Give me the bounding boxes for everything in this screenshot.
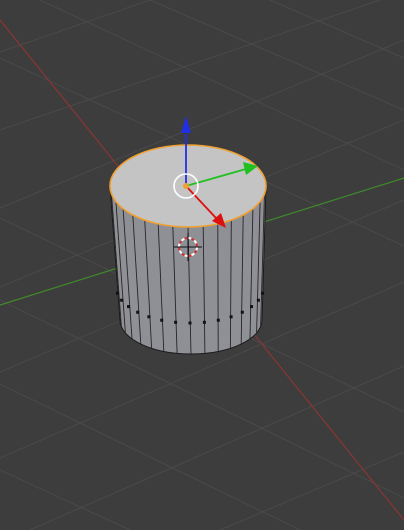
loop-cut-vertex <box>261 291 265 295</box>
z-arrow-icon[interactable] <box>181 116 191 133</box>
loop-cut-vertex <box>240 310 244 314</box>
loop-cut-vertex <box>250 305 253 309</box>
pivot-point-icon <box>183 183 189 189</box>
loop-cut-vertex <box>147 315 151 319</box>
loop-cut-vertex <box>174 320 178 324</box>
loop-cut-vertex <box>188 321 192 325</box>
loop-cut-vertex <box>256 298 260 302</box>
loop-cut-vertex <box>120 298 124 302</box>
3d-viewport[interactable] <box>0 0 404 530</box>
loop-cut-vertex <box>216 318 220 322</box>
loop-cut-vertex <box>115 291 119 295</box>
loop-cut-vertex <box>136 310 140 314</box>
loop-cut-vertex <box>160 318 164 322</box>
loop-cut-vertex <box>202 320 206 324</box>
viewport-canvas[interactable] <box>0 0 404 530</box>
loop-cut-vertex <box>229 315 233 319</box>
loop-cut-vertex <box>127 305 130 309</box>
